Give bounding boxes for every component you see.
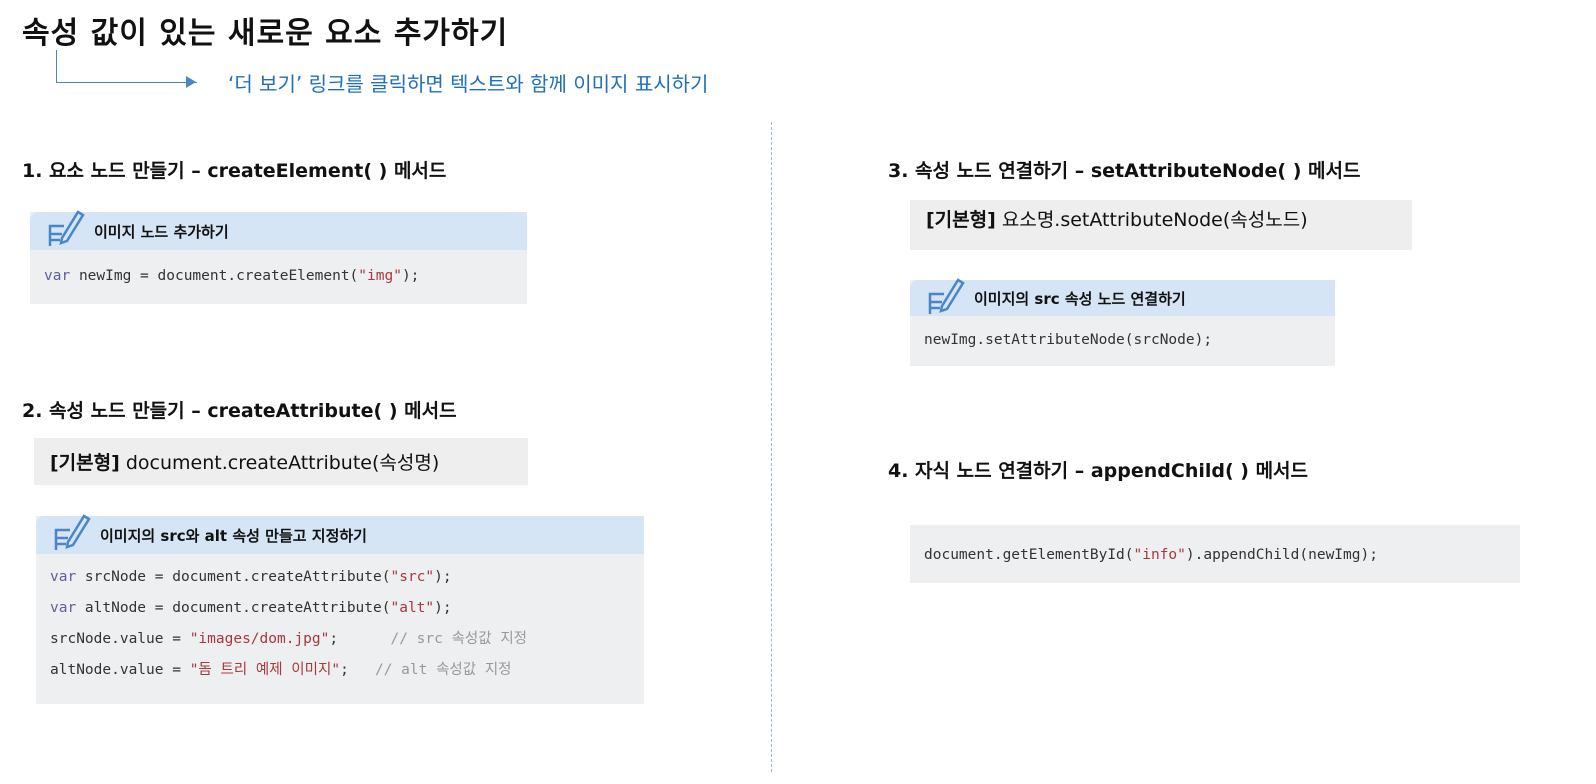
basic-text: 요소명.setAttributeNode(속성노드) xyxy=(1001,209,1308,231)
code-block: var newImg = document.createElement("img… xyxy=(30,250,527,302)
code-box-1: 이미지 노드 추가하기 var newImg = document.create… xyxy=(30,210,527,304)
code-string: "돔 트리 예제 이미지" xyxy=(189,662,341,678)
code-box-3: 이미지의 src 속성 노드 연결하기 newImg.setAttributeN… xyxy=(910,278,1335,366)
memo-pencil-icon xyxy=(928,278,965,314)
code-box-4: document.getElementById("info").appendCh… xyxy=(910,525,1520,583)
code-box-title: 이미지의 src 속성 노드 연결하기 xyxy=(974,289,1186,308)
basic-label: [기본형] xyxy=(50,452,120,474)
code-text: document.getElementById( xyxy=(924,547,1134,563)
section-3-heading: 3. 속성 노드 연결하기 – setAttributeNode( ) 메서드 xyxy=(888,160,1361,182)
code-keyword: var xyxy=(44,268,71,284)
code-text: srcNode = document.createAttribute( xyxy=(76,569,391,585)
code-block: var srcNode = document.createAttribute("… xyxy=(36,554,644,696)
code-text: altNode = document.createAttribute( xyxy=(76,600,391,616)
code-box-header: 이미지 노드 추가하기 xyxy=(30,210,527,250)
code-comment: // alt 속성값 지정 xyxy=(374,662,512,678)
code-comment: // src 속성값 지정 xyxy=(390,631,528,647)
code-block: document.getElementById("info").appendCh… xyxy=(910,525,1520,581)
basic-syntax: [기본형] document.createAttribute(속성명) xyxy=(34,438,528,485)
code-text: altNode.value = xyxy=(50,662,190,678)
arrow-head-icon xyxy=(186,76,196,88)
basic-text: document.createAttribute(속성명) xyxy=(125,452,440,474)
code-text: ; xyxy=(329,631,391,647)
code-text: srcNode.value = xyxy=(50,631,190,647)
arrow-connector xyxy=(56,50,197,83)
code-box-header: 이미지의 src 속성 노드 연결하기 xyxy=(910,278,1335,316)
section-1-heading: 1. 요소 노드 만들기 – createElement( ) 메서드 xyxy=(22,160,447,182)
code-line: var srcNode = document.createAttribute("… xyxy=(50,562,630,593)
code-text: newImg = document.createElement( xyxy=(78,268,359,284)
code-box-title: 이미지 노드 추가하기 xyxy=(94,222,229,241)
code-line: var altNode = document.createAttribute("… xyxy=(50,593,630,624)
code-line: altNode.value = "돔 트리 예제 이미지"; // alt 속성… xyxy=(50,655,630,686)
code-text: ); xyxy=(434,569,452,585)
code-text: ); xyxy=(434,600,452,616)
code-string: "info" xyxy=(1133,547,1186,563)
code-box-2: 이미지의 src와 alt 속성 만들고 지정하기 var srcNode = … xyxy=(36,514,644,704)
section-2-heading: 2. 속성 노드 만들기 – createAttribute( ) 메서드 xyxy=(22,400,457,422)
code-line: srcNode.value = "images/dom.jpg"; // src… xyxy=(50,624,630,655)
code-string: "alt" xyxy=(390,600,435,616)
code-text: ); xyxy=(401,268,420,284)
code-text: ).appendChild(newImg); xyxy=(1185,547,1378,563)
basic-syntax: [기본형] 요소명.setAttributeNode(속성노드) xyxy=(910,200,1412,250)
subtitle: ‘더 보기’ 링크를 클릭하면 텍스트와 함께 이미지 표시하기 xyxy=(228,72,709,96)
memo-pencil-icon xyxy=(48,210,85,246)
code-keyword: var xyxy=(50,600,77,616)
code-text: ; xyxy=(340,662,375,678)
column-divider xyxy=(771,122,772,772)
code-box-title: 이미지의 src와 alt 속성 만들고 지정하기 xyxy=(100,526,367,545)
section-4-heading: 4. 자식 노드 연결하기 – appendChild( ) 메서드 xyxy=(888,460,1309,482)
code-string: "src" xyxy=(390,569,435,585)
basic-label: [기본형] xyxy=(926,209,996,231)
memo-pencil-icon xyxy=(54,514,91,550)
page-title: 속성 값이 있는 새로운 요소 추가하기 xyxy=(22,16,509,51)
code-string: "images/dom.jpg" xyxy=(189,631,330,647)
code-keyword: var xyxy=(50,569,77,585)
code-string: "img" xyxy=(358,268,402,284)
code-box-header: 이미지의 src와 alt 속성 만들고 지정하기 xyxy=(36,514,644,554)
code-block: newImg.setAttributeNode(srcNode); xyxy=(924,332,1213,348)
